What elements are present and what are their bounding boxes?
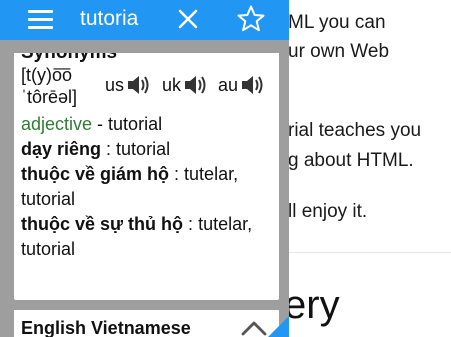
- pronunciation-au-button[interactable]: au: [218, 74, 264, 96]
- background-divider: [286, 252, 451, 253]
- hamburger-menu-icon[interactable]: [28, 10, 53, 30]
- speaker-icon: [128, 76, 149, 94]
- resize-corner-handle[interactable]: [266, 316, 289, 337]
- definition-line: thuộc về sự thủ hộ : tutelar, tutorial: [21, 214, 253, 259]
- phonetic-text: [t(y)o͞o ˈtôrēəl]: [21, 65, 78, 107]
- definition-card: Synonyms [t(y)o͞o ˈtôrēəl] us uk au adje…: [14, 53, 279, 300]
- definition-term: thuộc về giám hộ: [21, 164, 170, 184]
- section-title: Synonyms: [21, 53, 279, 64]
- dictionary-section-card: English Vietnamese: [14, 310, 279, 337]
- definition-value: tutorial: [116, 139, 171, 159]
- pronunciation-label: au: [218, 74, 239, 95]
- pronunciation-label: us: [105, 74, 125, 95]
- close-icon[interactable]: [177, 8, 199, 30]
- speaker-icon: [185, 76, 206, 94]
- background-text-line: ur own Web: [288, 41, 390, 62]
- chevron-up-icon[interactable]: [240, 318, 268, 337]
- pronunciation-uk-button[interactable]: uk: [162, 74, 207, 96]
- search-toolbar: [0, 0, 289, 40]
- definition-term: thuộc về sự thủ hộ: [21, 214, 184, 234]
- search-input[interactable]: [78, 6, 170, 32]
- definition-line: dạy riêng : tutorial: [21, 139, 171, 159]
- part-of-speech: adjective: [21, 114, 93, 134]
- dictionary-popup: Synonyms [t(y)o͞o ˈtôrēəl] us uk au adje…: [0, 0, 289, 337]
- definition-value: tutorial: [108, 114, 163, 134]
- definition-term: dạy riêng: [21, 139, 102, 159]
- pronunciation-label: uk: [162, 74, 182, 95]
- background-text-line: rial teaches you: [288, 120, 422, 141]
- definition-line: thuộc về giám hộ : tutelar, tutorial: [21, 164, 239, 209]
- background-text-line: g about HTML.: [288, 150, 414, 171]
- pronunciation-us-button[interactable]: us: [105, 74, 150, 96]
- background-text-line: ll enjoy it.: [288, 201, 368, 222]
- speaker-icon: [242, 76, 263, 94]
- background-text-line: ML you can: [288, 12, 386, 33]
- star-outline-icon[interactable]: [236, 4, 266, 34]
- background-heading: ery: [284, 283, 340, 327]
- pronunciation-row: [t(y)o͞o ˈtôrēəl] us uk au: [21, 64, 279, 112]
- dictionary-section-title: English Vietnamese: [21, 318, 191, 337]
- definition-line: adjective - tutorial: [21, 114, 163, 134]
